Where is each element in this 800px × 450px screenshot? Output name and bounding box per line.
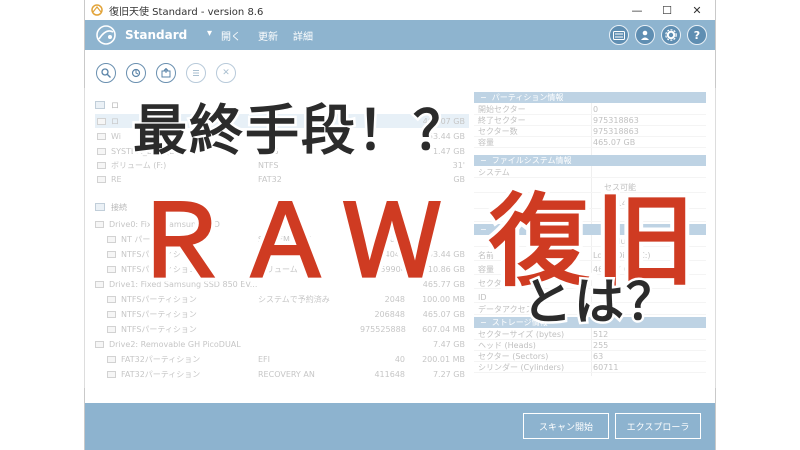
keyboard-icon: [613, 30, 625, 40]
explorer-button[interactable]: エクスプローラ: [615, 413, 701, 439]
menu-open[interactable]: 開く: [221, 28, 241, 43]
settings-button[interactable]: [661, 25, 681, 45]
list-icon: [193, 70, 199, 76]
menu-dropdown-arrow[interactable]: ▾: [207, 28, 212, 39]
scan-icon: [131, 68, 141, 78]
footer-bar: スキャン開始 エクスプローラ: [85, 403, 715, 450]
cancel-button[interactable]: ✕: [216, 63, 236, 83]
menu-details[interactable]: 詳細: [293, 28, 313, 43]
minimize-button[interactable]: —: [622, 0, 652, 20]
search-icon: [101, 68, 111, 78]
app-header: Standard ▾ 開く 更新 詳細 ?: [85, 20, 715, 50]
maximize-button[interactable]: ☐: [652, 0, 682, 20]
scan-button[interactable]: [126, 63, 146, 83]
toolbar: ✕: [85, 50, 715, 88]
angel-logo-icon: [96, 25, 116, 45]
export-button[interactable]: [156, 63, 176, 83]
overlay-subtitle: とは？: [520, 271, 679, 334]
menu-update[interactable]: 更新: [258, 28, 278, 43]
keyboard-button[interactable]: [609, 25, 629, 45]
edition-label: Standard: [125, 28, 188, 42]
user-icon: [641, 30, 649, 40]
user-button[interactable]: [635, 25, 655, 45]
gear-icon: [665, 29, 677, 41]
title-bar: 復旧天使 Standard - version 8.6 — ☐ ✕: [85, 0, 715, 20]
overlay-headline: 最終手段！？: [131, 97, 470, 165]
angel-app-icon: [91, 4, 103, 16]
help-button[interactable]: ?: [687, 25, 707, 45]
list-button[interactable]: [186, 63, 206, 83]
window-title: 復旧天使 Standard - version 8.6: [109, 6, 264, 18]
search-button[interactable]: [96, 63, 116, 83]
close-icon: ✕: [222, 68, 230, 78]
stage: 復旧天使 Standard - version 8.6 — ☐ ✕ Standa…: [0, 0, 800, 450]
scan-start-button[interactable]: スキャン開始: [523, 413, 609, 439]
export-icon: [161, 68, 171, 78]
close-window-button[interactable]: ✕: [682, 0, 712, 20]
help-icon: ?: [693, 28, 701, 42]
